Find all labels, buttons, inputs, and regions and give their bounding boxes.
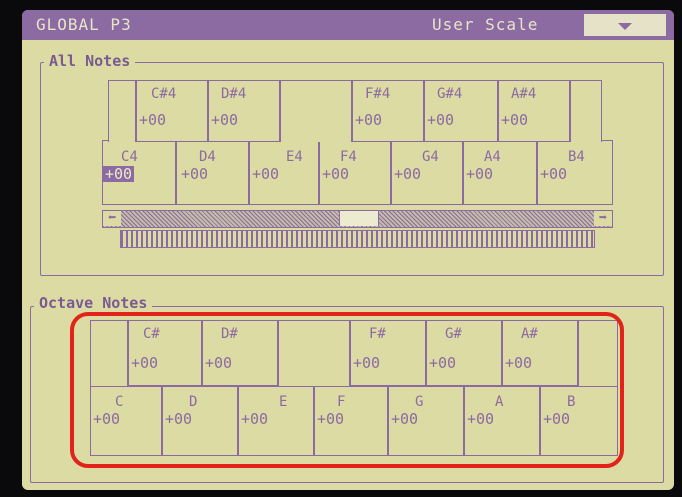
scale-type-label: User Scale bbox=[432, 15, 539, 34]
key-name: A#4 bbox=[511, 86, 537, 102]
white-key-a4[interactable]: A4 +00 bbox=[463, 140, 537, 205]
key-value[interactable]: +00 bbox=[322, 166, 349, 182]
mini-keyboard-overview[interactable] bbox=[120, 230, 595, 248]
white-key-e4[interactable]: E4 +00 bbox=[249, 140, 319, 205]
key-value[interactable]: +00 bbox=[540, 166, 567, 182]
key-name: C#4 bbox=[151, 86, 177, 102]
key-name: F4 bbox=[340, 149, 357, 165]
white-key-c4[interactable]: C4 +00 bbox=[102, 140, 176, 205]
key-value[interactable]: +00 bbox=[103, 166, 135, 182]
black-key-a-sharp-4[interactable]: A#4 +00 bbox=[498, 80, 570, 142]
key-value[interactable]: +00 bbox=[355, 112, 382, 128]
key-value[interactable]: +00 bbox=[427, 112, 454, 128]
key-name: B4 bbox=[568, 149, 585, 165]
white-key-f4[interactable]: F4 +00 bbox=[319, 140, 391, 205]
chevron-down-icon bbox=[618, 23, 632, 30]
scroll-left-arrow-icon[interactable]: ⬅ bbox=[103, 211, 121, 226]
white-key-g4[interactable]: G4 +00 bbox=[391, 140, 463, 205]
black-key-g-sharp-4[interactable]: G#4 +00 bbox=[424, 80, 498, 142]
octave-notes-highlight-annotation bbox=[70, 312, 624, 468]
key-value[interactable]: +00 bbox=[501, 112, 528, 128]
key-value[interactable]: +00 bbox=[139, 112, 166, 128]
key-name: D4 bbox=[199, 149, 216, 165]
key-gap bbox=[570, 80, 602, 142]
key-name: F#4 bbox=[365, 86, 391, 102]
key-value[interactable]: +00 bbox=[252, 166, 279, 182]
scroll-right-arrow-icon[interactable]: ➡ bbox=[594, 211, 612, 226]
all-notes-title: All Notes bbox=[44, 52, 136, 70]
keyboard-scrollbar[interactable]: ⬅ ➡ bbox=[102, 210, 613, 228]
key-name: C4 bbox=[121, 149, 138, 165]
scrollbar-thumb[interactable] bbox=[339, 211, 379, 226]
key-value[interactable]: +00 bbox=[211, 112, 238, 128]
key-gap bbox=[280, 80, 352, 142]
white-key-d4[interactable]: D4 +00 bbox=[176, 140, 249, 205]
key-gap bbox=[108, 80, 136, 142]
page-title: GLOBAL P3 bbox=[36, 15, 132, 34]
octave-notes-title: Octave Notes bbox=[34, 294, 153, 312]
key-value[interactable]: +00 bbox=[394, 166, 421, 182]
key-value[interactable]: +00 bbox=[181, 166, 208, 182]
title-bar: GLOBAL P3 User Scale bbox=[22, 10, 674, 40]
white-key-b4[interactable]: B4 +00 bbox=[537, 140, 613, 205]
black-key-d-sharp-4[interactable]: D#4 +00 bbox=[208, 80, 280, 142]
key-name: G#4 bbox=[437, 86, 463, 102]
key-name: D#4 bbox=[221, 86, 247, 102]
black-key-c-sharp-4[interactable]: C#4 +00 bbox=[136, 80, 208, 142]
black-key-f-sharp-4[interactable]: F#4 +00 bbox=[352, 80, 424, 142]
key-name: E4 bbox=[286, 149, 303, 165]
key-name: A4 bbox=[484, 149, 501, 165]
key-name: G4 bbox=[422, 149, 439, 165]
scale-dropdown-button[interactable] bbox=[583, 13, 667, 37]
key-value[interactable]: +00 bbox=[466, 166, 493, 182]
